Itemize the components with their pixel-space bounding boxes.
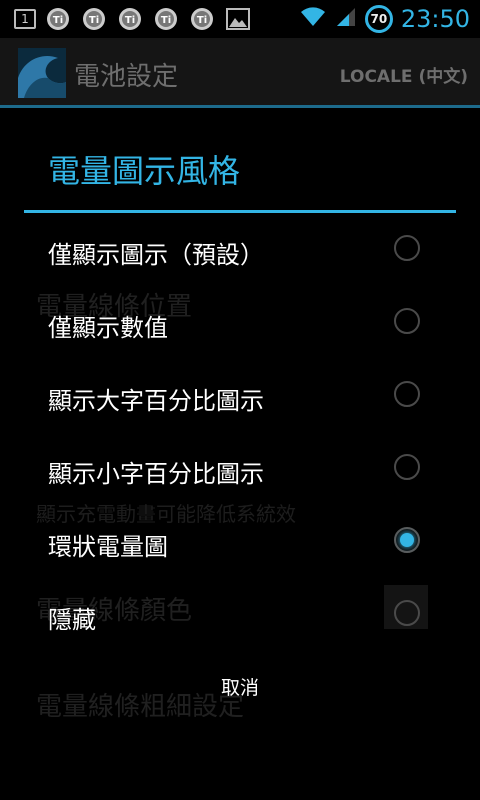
notification-count-icon: 1	[14, 9, 36, 29]
radio-button[interactable]	[394, 308, 420, 334]
option-hide[interactable]: 隱藏	[24, 578, 456, 650]
radio-button[interactable]	[394, 600, 420, 626]
radio-button[interactable]	[394, 381, 420, 407]
svg-text:Ti: Ti	[161, 15, 171, 26]
dialog-title: 電量圖示風格	[48, 152, 241, 190]
signal-icon	[335, 6, 357, 32]
clock: 23:50	[400, 5, 470, 33]
radio-button[interactable]	[394, 454, 420, 480]
action-bar: 電池設定 LOCALE (中文)	[0, 38, 480, 108]
cancel-button[interactable]: 取消	[24, 656, 456, 716]
svg-text:Ti: Ti	[197, 15, 207, 26]
option-circle[interactable]: 環狀電量圖	[24, 505, 456, 577]
svg-text:Ti: Ti	[125, 15, 135, 26]
ti-icon: Ti	[116, 6, 144, 32]
option-label: 僅顯示數值	[48, 314, 168, 342]
option-value-only[interactable]: 僅顯示數值	[24, 286, 456, 358]
ti-icon: Ti	[152, 6, 180, 32]
ti-icon: Ti	[188, 6, 216, 32]
battery-icon: 70	[364, 5, 393, 33]
option-small-percent[interactable]: 顯示小字百分比圖示	[24, 432, 456, 504]
option-label: 顯示小字百分比圖示	[48, 460, 264, 488]
option-label: 顯示大字百分比圖示	[48, 387, 264, 415]
option-icon-only[interactable]: 僅顯示圖示（預設）	[24, 213, 456, 285]
style-dialog: 電量圖示風格 僅顯示圖示（預設） 僅顯示數值 顯示大字百分比圖示 顯示小字百分比…	[24, 108, 456, 740]
radio-button[interactable]	[394, 235, 420, 261]
option-label: 環狀電量圖	[48, 533, 168, 561]
notification-area: 1 Ti Ti Ti Ti Ti	[0, 6, 252, 32]
status-bar: 1 Ti Ti Ti Ti Ti 70 23:50	[0, 0, 480, 38]
page-title: 電池設定	[74, 62, 179, 92]
svg-text:Ti: Ti	[89, 15, 99, 26]
locale-button[interactable]: LOCALE (中文)	[340, 62, 468, 87]
status-indicators: 70 23:50	[299, 0, 470, 38]
option-large-percent[interactable]: 顯示大字百分比圖示	[24, 359, 456, 431]
ti-icon: Ti	[44, 6, 72, 32]
image-icon	[224, 6, 252, 32]
radio-button-selected[interactable]	[394, 527, 420, 553]
ti-icon: Ti	[80, 6, 108, 32]
wifi-icon	[299, 6, 327, 32]
option-label: 隱藏	[48, 606, 96, 634]
option-label: 僅顯示圖示（預設）	[48, 241, 264, 269]
app-wave-icon[interactable]	[18, 48, 66, 98]
svg-text:Ti: Ti	[53, 15, 63, 26]
